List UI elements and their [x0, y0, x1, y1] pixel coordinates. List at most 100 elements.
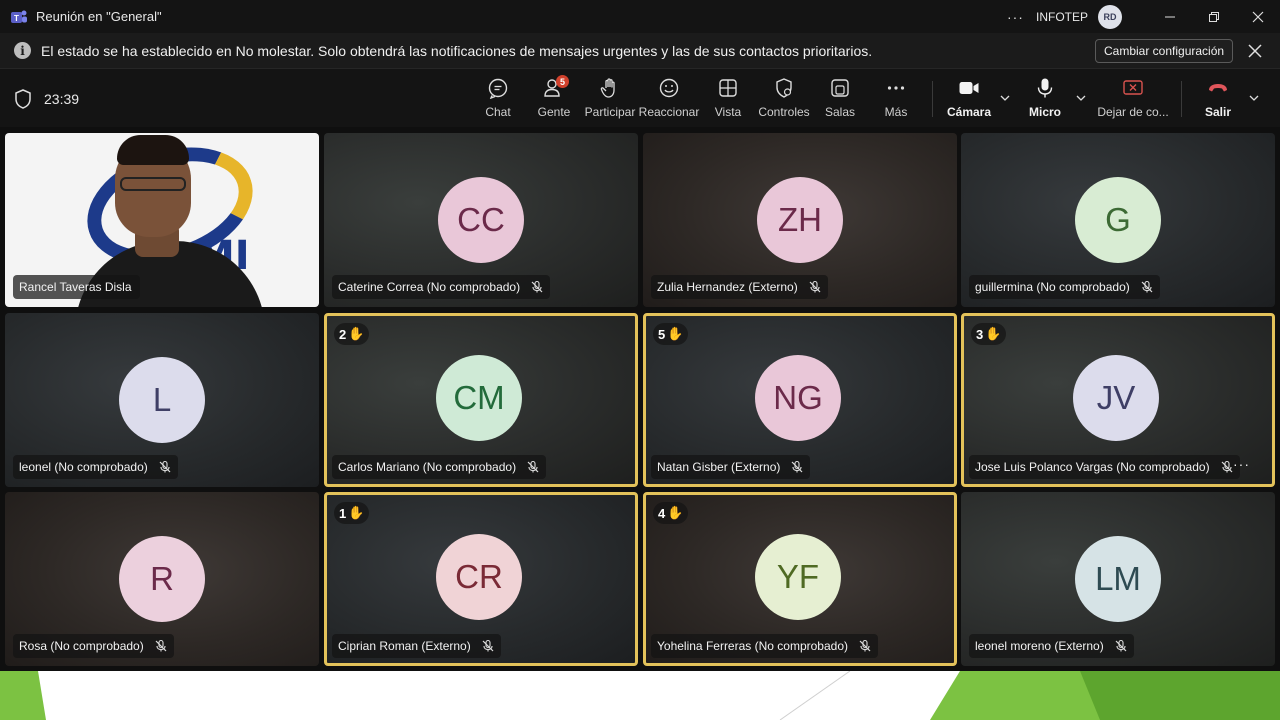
participant-tile[interactable]: G guillermina (No comprobado): [961, 133, 1275, 307]
participant-tile[interactable]: ZH Zulia Hernandez (Externo): [643, 133, 957, 307]
avatar: L: [119, 357, 205, 443]
view-label: Vista: [714, 105, 742, 119]
participant-tile[interactable]: 3 ✋ JV Jose Luis Polanco Vargas (No compr…: [961, 313, 1275, 487]
mic-off-icon: [482, 639, 494, 652]
participant-tile[interactable]: LM leonel moreno (Externo): [961, 492, 1275, 666]
ellipsis-icon[interactable]: ···: [1233, 456, 1250, 472]
org-name[interactable]: INFOTEP: [1036, 10, 1088, 24]
raised-hand-indicator: 4 ✋: [653, 502, 689, 524]
mic-off-icon: [809, 280, 821, 293]
avatar-initials: R: [150, 560, 174, 597]
close-window-button[interactable]: [1236, 0, 1280, 33]
participant-tile[interactable]: L leonel (No comprobado): [5, 313, 319, 487]
mic-off-icon: [1221, 460, 1233, 473]
raised-hand-indicator: 1 ✋: [334, 502, 370, 524]
chevron-down-icon[interactable]: [1074, 91, 1088, 105]
mic-off-icon: [1115, 639, 1127, 652]
avatar-initials: CR: [455, 558, 503, 595]
hand-icon: [600, 78, 615, 98]
minimize-icon: [1165, 16, 1175, 17]
avatar: CM: [436, 355, 522, 441]
raised-hand-icon: ✋: [348, 326, 365, 341]
svg-text:T: T: [14, 14, 19, 23]
breakout-rooms-icon: [831, 79, 849, 97]
close-icon[interactable]: [1246, 42, 1264, 60]
avatar-initials: CC: [457, 201, 505, 238]
participant-tile[interactable]: 5 ✋ NG Natan Gisber (Externo): [643, 313, 957, 487]
react-button[interactable]: Reaccionar: [639, 77, 699, 123]
participant-tile[interactable]: CC Caterine Correa (No comprobado): [324, 133, 638, 307]
participant-name: Zulia Hernandez (Externo): [657, 280, 798, 294]
participant-name: Rancel Taveras Disla: [19, 280, 132, 294]
participant-tile[interactable]: 4 ✋ YF Yohelina Ferreras (No comprobado): [643, 492, 957, 666]
minimize-button[interactable]: [1148, 0, 1192, 33]
chevron-down-icon[interactable]: [1247, 91, 1261, 105]
participant-name-chip: Yohelina Ferreras (No comprobado): [651, 634, 878, 658]
change-settings-button[interactable]: Cambiar configuración: [1095, 39, 1234, 63]
participant-name: leonel moreno (Externo): [975, 639, 1104, 653]
people-label: Gente: [537, 105, 571, 119]
mic-button[interactable]: Micro: [1015, 77, 1075, 123]
rooms-button[interactable]: Salas: [810, 77, 870, 123]
chevron-down-icon[interactable]: [998, 91, 1012, 105]
controls-label: Controles: [758, 105, 810, 119]
avatar: JV: [1073, 355, 1159, 441]
stop-sharing-button[interactable]: Dejar de co...: [1096, 77, 1170, 123]
avatar: ZH: [757, 177, 843, 263]
participant-name: guillermina (No comprobado): [975, 280, 1130, 294]
mic-off-icon: [531, 280, 543, 293]
dnd-notification-banner: i El estado se ha establecido en No mole…: [0, 33, 1280, 69]
banner-message: El estado se ha establecido en No molest…: [41, 42, 873, 59]
hand-order: 1: [339, 505, 347, 521]
leave-button[interactable]: Salir: [1188, 77, 1248, 123]
raised-hand-icon: ✋: [667, 326, 684, 341]
participant-name: Yohelina Ferreras (No comprobado): [657, 639, 848, 653]
view-button[interactable]: Vista: [698, 77, 758, 123]
grid-icon: [719, 79, 737, 97]
participant-name-chip: Carlos Mariano (No comprobado): [332, 455, 547, 479]
controls-button[interactable]: Controles: [754, 77, 814, 123]
participant-tile[interactable]: 1 ✋ CR Ciprian Roman (Externo): [324, 492, 638, 666]
participant-name-chip: Rancel Taveras Disla: [13, 275, 140, 299]
raise-hand-button[interactable]: Participar: [580, 77, 640, 123]
more-button[interactable]: Más: [866, 77, 926, 123]
raised-hand-icon: ✋: [985, 326, 1002, 341]
raised-hand-indicator: 5 ✋: [653, 323, 689, 345]
avatar-initials: NG: [773, 379, 823, 416]
raise-hand-label: Participar: [584, 105, 636, 119]
avatar-initials: ZH: [778, 201, 822, 238]
participant-video-tile[interactable]: MI Rancel Taveras Disla: [5, 133, 319, 307]
hand-order: 3: [976, 326, 984, 342]
hand-order: 5: [658, 326, 666, 342]
mic-label: Micro: [1028, 105, 1061, 119]
mic-off-icon: [791, 460, 803, 473]
participant-tile[interactable]: 2 ✋ CM Carlos Mariano (No comprobado): [324, 313, 638, 487]
toolbar-divider: [1181, 81, 1182, 117]
shield-icon: [15, 89, 31, 109]
avatar: R: [119, 536, 205, 622]
participant-name: Carlos Mariano (No comprobado): [338, 460, 517, 474]
raised-hand-indicator: 2 ✋: [334, 323, 370, 345]
avatar: NG: [755, 355, 841, 441]
participant-name-chip: Zulia Hernandez (Externo): [651, 275, 828, 299]
restore-button[interactable]: [1192, 0, 1236, 33]
shield-gear-icon: [776, 78, 792, 98]
camera-button[interactable]: Cámara: [939, 77, 999, 123]
hand-order: 2: [339, 326, 347, 342]
teams-icon: T: [11, 10, 27, 23]
user-avatar[interactable]: RD: [1098, 4, 1122, 29]
mic-off-icon: [159, 460, 171, 473]
more-options-icon[interactable]: ···: [1007, 9, 1024, 25]
chat-label: Chat: [485, 105, 511, 119]
leave-label: Salir: [1204, 105, 1231, 119]
info-icon: i: [14, 42, 31, 59]
slide-decoration: [0, 671, 1280, 720]
participant-name: Jose Luis Polanco Vargas (No comprobado): [975, 460, 1210, 474]
participant-name-chip: Jose Luis Polanco Vargas (No comprobado): [969, 455, 1240, 479]
meeting-timer: 23:39: [14, 89, 79, 109]
hang-up-icon: [1209, 84, 1227, 92]
participant-tile[interactable]: R Rosa (No comprobado): [5, 492, 319, 666]
chat-button[interactable]: Chat: [468, 77, 528, 123]
participant-name-chip: Natan Gisber (Externo): [651, 455, 811, 479]
people-button[interactable]: 5 Gente: [524, 75, 584, 123]
